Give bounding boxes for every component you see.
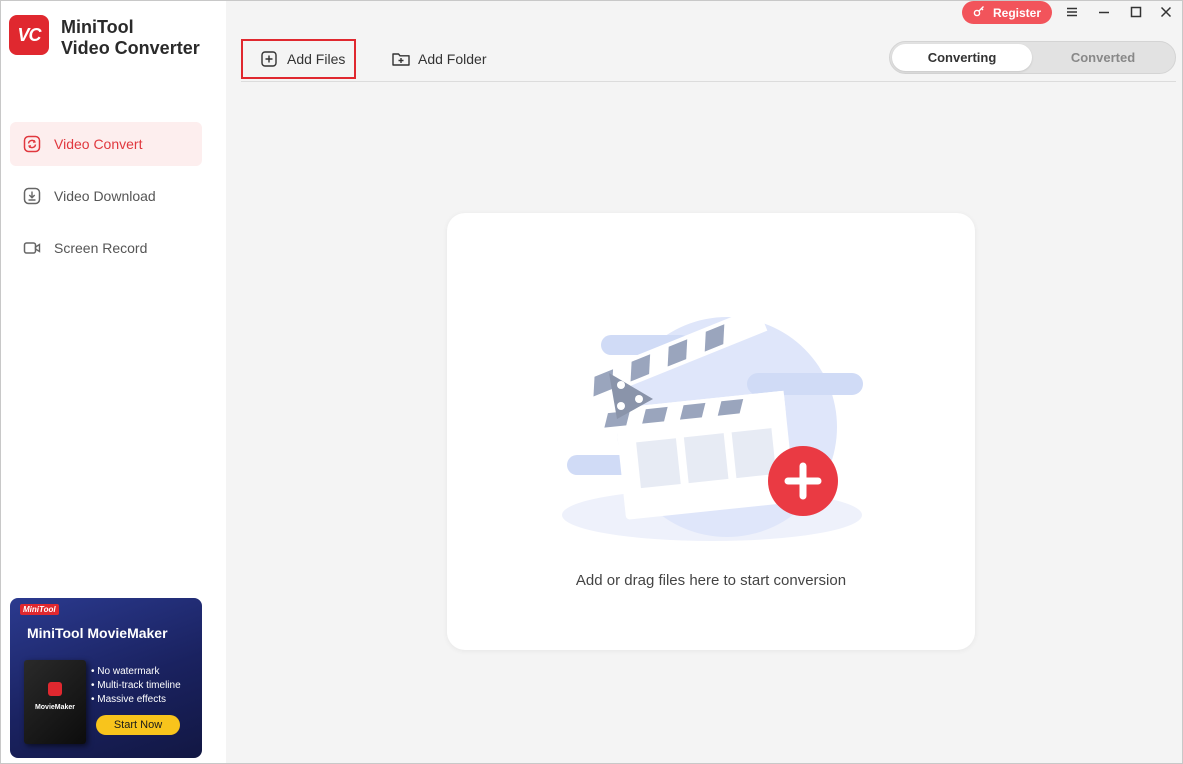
sidebar-item-video-convert[interactable]: Video Convert — [10, 122, 202, 166]
add-folder-label: Add Folder — [418, 51, 487, 67]
sidebar: VC MiniTool Video Converter Video Conver… — [1, 1, 226, 763]
tab-converted[interactable]: Converted — [1033, 44, 1173, 71]
sidebar-item-video-download[interactable]: Video Download — [10, 174, 202, 218]
add-files-label: Add Files — [287, 51, 346, 67]
moviemaker-promo-banner[interactable]: MiniTool MiniTool MovieMaker MovieMaker … — [10, 598, 202, 758]
add-files-button[interactable]: Add Files — [241, 39, 356, 79]
product-box-name: MovieMaker — [34, 704, 76, 711]
app-name-line1: MiniTool — [61, 17, 134, 37]
minimize-icon[interactable] — [1096, 4, 1112, 20]
folder-plus-icon — [392, 51, 410, 67]
promo-title: MiniTool MovieMaker — [27, 625, 168, 641]
drop-zone-text: Add or drag files here to start conversi… — [575, 572, 847, 589]
sidebar-item-label: Video Convert — [54, 136, 143, 152]
file-drop-zone[interactable]: Add or drag files here to start conversi… — [447, 213, 975, 650]
promo-feature: • Multi-track timeline — [91, 680, 181, 691]
app-logo: VC MiniTool Video Converter — [9, 15, 200, 59]
moviemaker-logo-icon — [48, 682, 62, 696]
product-box-image: MovieMaker — [24, 660, 86, 744]
refresh-icon — [22, 134, 42, 154]
register-button[interactable]: Register — [962, 1, 1052, 24]
plus-square-icon — [261, 51, 277, 67]
promo-feature: • Massive effects — [91, 694, 167, 705]
logo-badge: VC — [9, 15, 49, 55]
app-name: MiniTool Video Converter — [61, 17, 200, 59]
camera-icon — [22, 238, 42, 258]
sidebar-item-label: Video Download — [54, 188, 156, 204]
download-icon — [22, 186, 42, 206]
promo-brand-logo: MiniTool — [20, 604, 59, 615]
sidebar-nav: Video Convert Video Download Screen Reco… — [10, 122, 202, 278]
clapperboard-illustration — [557, 306, 867, 547]
key-icon — [973, 5, 985, 20]
register-label: Register — [992, 5, 1042, 20]
conversion-tabs: Converting Converted — [889, 41, 1176, 74]
sidebar-item-screen-record[interactable]: Screen Record — [10, 226, 202, 270]
maximize-icon[interactable] — [1128, 4, 1144, 20]
start-now-button[interactable]: Start Now — [96, 715, 180, 735]
promo-features: • No watermark • Multi-track timeline • … — [91, 665, 181, 707]
toolbar-divider — [241, 81, 1176, 82]
sidebar-item-label: Screen Record — [54, 240, 148, 256]
promo-feature: • No watermark — [91, 666, 160, 677]
tab-converting[interactable]: Converting — [892, 44, 1032, 71]
menu-icon[interactable] — [1064, 4, 1080, 20]
app-name-line2: Video Converter — [61, 38, 200, 58]
close-icon[interactable] — [1158, 4, 1174, 20]
add-folder-button[interactable]: Add Folder — [392, 41, 486, 77]
